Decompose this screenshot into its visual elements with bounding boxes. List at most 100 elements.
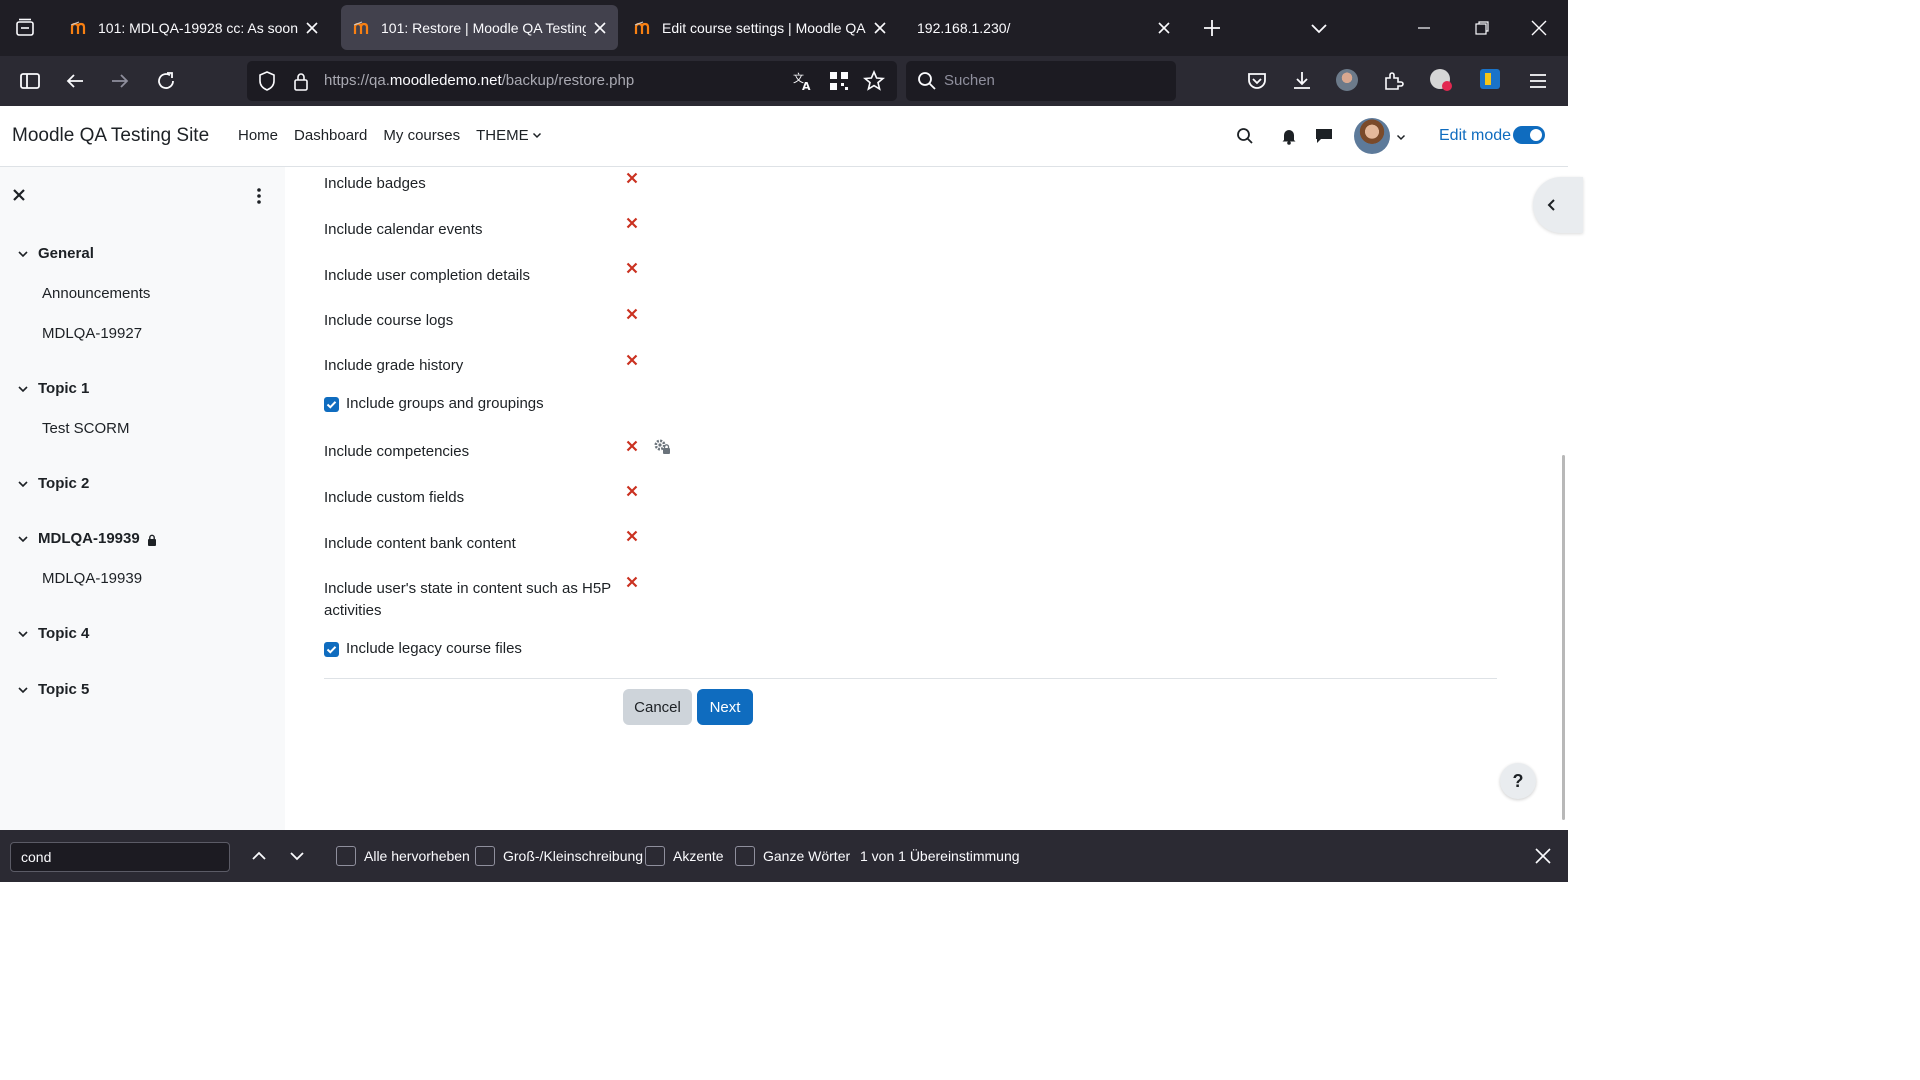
nav-my-courses[interactable]: My courses — [383, 127, 460, 144]
disabled-cross-icon — [626, 530, 638, 542]
shield-icon[interactable] — [256, 70, 278, 92]
browser-search-bar[interactable]: Suchen — [906, 61, 1176, 101]
minimize-icon[interactable] — [1412, 16, 1436, 40]
forward-icon[interactable] — [108, 69, 132, 93]
match-case-option[interactable]: Groß-/Kleinschreibung — [475, 846, 643, 866]
highlight-all-option[interactable]: Alle hervorheben — [336, 846, 470, 866]
blocker-extension-icon[interactable] — [1430, 69, 1452, 91]
section-title[interactable]: Topic 4 — [38, 625, 89, 642]
page-scrollbar[interactable] — [1562, 455, 1565, 820]
search-icon[interactable] — [1236, 127, 1254, 145]
account-avatar-icon[interactable] — [1336, 69, 1358, 91]
chevron-left-icon — [1547, 199, 1555, 211]
extensions-icon[interactable] — [1381, 69, 1405, 93]
back-icon[interactable] — [63, 69, 87, 93]
close-icon[interactable] — [1156, 20, 1172, 36]
tab-overview-icon[interactable] — [14, 17, 36, 39]
chevron-down-icon[interactable] — [17, 533, 29, 545]
sidebar-toggle-icon[interactable] — [18, 69, 42, 93]
close-icon[interactable] — [1534, 847, 1552, 865]
help-button[interactable]: ? — [1500, 763, 1536, 799]
block-drawer-toggle[interactable] — [1533, 177, 1583, 233]
url-host: moodledemo.net — [389, 72, 502, 89]
browser-tab[interactable]: 101: MDLQA-19928 cc: As soon as we l — [58, 5, 330, 50]
chevron-down-icon[interactable] — [1396, 132, 1406, 142]
find-previous-icon[interactable] — [249, 846, 269, 866]
edit-mode-toggle[interactable] — [1513, 126, 1545, 144]
legacy-files-checkbox[interactable] — [324, 642, 339, 657]
section-title[interactable]: Topic 2 — [38, 475, 89, 492]
activity-link[interactable]: Announcements — [42, 285, 150, 302]
checkmark-icon — [326, 646, 337, 654]
translate-icon[interactable]: 文A — [792, 70, 814, 92]
setting-label[interactable]: Include legacy course files — [346, 640, 522, 657]
close-icon[interactable] — [11, 187, 27, 203]
browser-tab[interactable]: 192.168.1.230/ — [905, 5, 1182, 50]
setting-label: Include calendar events — [324, 221, 483, 238]
section-title[interactable]: General — [38, 245, 94, 262]
nav-dashboard[interactable]: Dashboard — [294, 127, 367, 144]
qr-code-icon[interactable] — [828, 70, 850, 92]
url-text[interactable]: https://qa.moodledemo.net/backup/restore… — [324, 72, 634, 89]
accents-option[interactable]: Akzente — [645, 846, 724, 866]
site-name[interactable]: Moodle QA Testing Site — [12, 125, 209, 147]
browser-tab[interactable]: Edit course settings | Moodle QA Testin — [622, 5, 898, 50]
chevron-down-icon[interactable] — [17, 248, 29, 260]
section-title[interactable]: Topic 5 — [38, 681, 89, 698]
cancel-button[interactable]: Cancel — [623, 689, 692, 725]
close-icon[interactable] — [592, 20, 608, 36]
whole-words-checkbox[interactable] — [735, 846, 755, 866]
setting-label[interactable]: Include groups and groupings — [346, 395, 544, 412]
locked-setting-gears-icon — [654, 439, 670, 454]
notification-bell-icon[interactable] — [1281, 127, 1297, 145]
accents-checkbox[interactable] — [645, 846, 665, 866]
tab-title: 101: MDLQA-19928 cc: As soon as we l — [98, 19, 298, 36]
bookmark-star-icon[interactable] — [863, 70, 885, 92]
setting-label: Include user completion details — [324, 267, 530, 284]
activity-link[interactable]: MDLQA-19927 — [42, 325, 142, 342]
activity-link[interactable]: Test SCORM — [42, 420, 130, 437]
disabled-cross-icon — [626, 172, 638, 184]
highlight-all-checkbox[interactable] — [336, 846, 356, 866]
pocket-icon[interactable] — [1245, 69, 1269, 93]
activity-link[interactable]: MDLQA-19939 — [42, 570, 142, 587]
setting-label: Include grade history — [324, 357, 464, 374]
nav-theme-label: THEME — [476, 127, 529, 144]
chevron-down-icon[interactable] — [17, 684, 29, 696]
nav-home[interactable]: Home — [238, 127, 278, 144]
disabled-cross-icon — [626, 576, 638, 588]
messages-icon[interactable] — [1315, 127, 1333, 144]
match-case-checkbox[interactable] — [475, 846, 495, 866]
downloads-icon[interactable] — [1290, 69, 1314, 93]
reload-icon[interactable] — [154, 69, 178, 93]
whole-words-option[interactable]: Ganze Wörter — [735, 846, 850, 866]
section-title[interactable]: Topic 1 — [38, 380, 89, 397]
list-all-tabs-icon[interactable] — [1307, 16, 1331, 40]
user-avatar[interactable] — [1354, 118, 1390, 154]
next-button[interactable]: Next — [697, 689, 753, 725]
setting-label: Include user's state in content such as … — [324, 580, 612, 597]
tab-title: Edit course settings | Moodle QA Testin — [662, 19, 866, 36]
browser-tab-active[interactable]: 101: Restore | Moodle QA Testing Site — [341, 5, 618, 50]
new-tab-icon[interactable] — [1200, 16, 1224, 40]
chevron-down-icon[interactable] — [17, 383, 29, 395]
find-input[interactable]: cond — [10, 842, 230, 872]
close-window-icon[interactable] — [1527, 16, 1551, 40]
more-options-icon[interactable] — [252, 187, 266, 205]
moodle-favicon-icon — [70, 20, 86, 34]
close-icon[interactable] — [872, 20, 888, 36]
setting-label-continued: activities — [324, 602, 382, 619]
reader-extension-icon[interactable] — [1480, 69, 1500, 89]
nav-theme[interactable]: THEME — [476, 127, 542, 144]
close-icon[interactable] — [304, 20, 320, 36]
restore-window-icon[interactable] — [1470, 16, 1494, 40]
url-bar[interactable]: https://qa.moodledemo.net/backup/restore… — [247, 61, 897, 101]
section-title[interactable]: MDLQA-19939 — [38, 530, 140, 547]
chevron-down-icon[interactable] — [17, 478, 29, 490]
find-next-icon[interactable] — [287, 846, 307, 866]
setting-label: Include course logs — [324, 312, 454, 329]
menu-icon[interactable] — [1526, 69, 1550, 93]
groups-checkbox[interactable] — [324, 397, 339, 412]
chevron-down-icon[interactable] — [17, 628, 29, 640]
lock-icon[interactable] — [291, 70, 311, 92]
